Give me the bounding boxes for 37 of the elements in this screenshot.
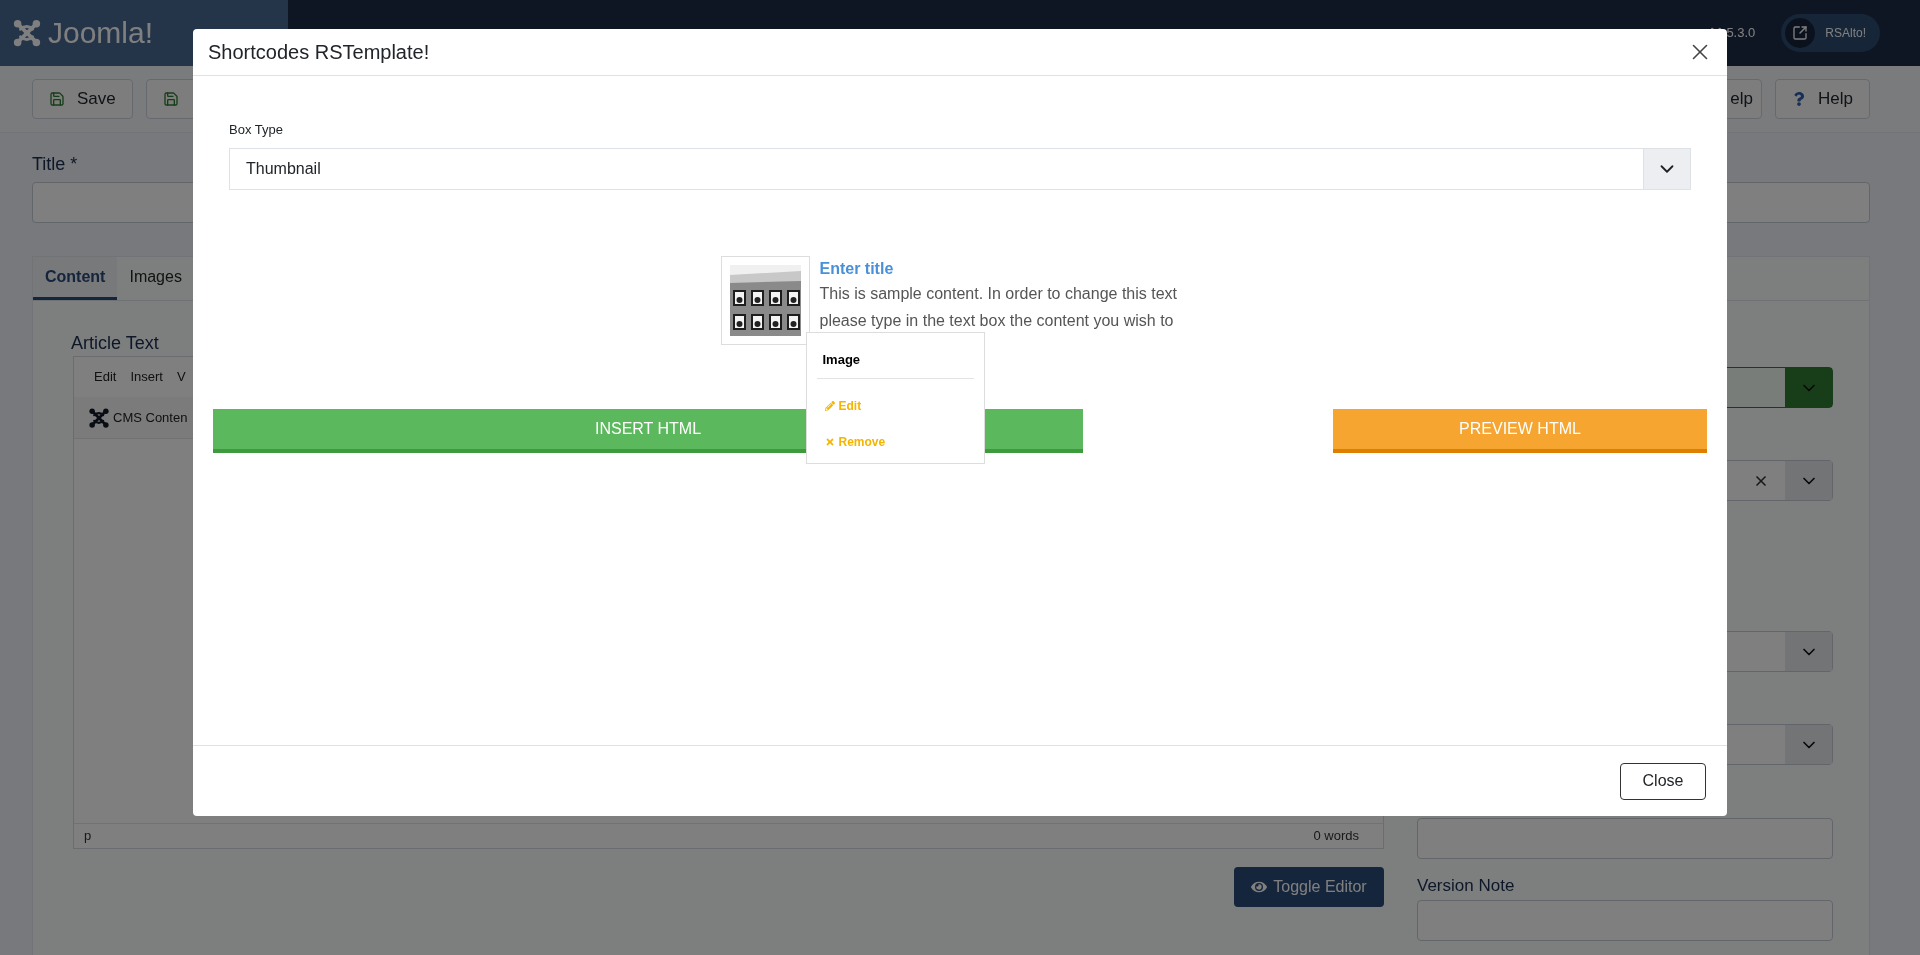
external-link-icon — [1792, 25, 1809, 41]
box-type-select[interactable]: Thumbnail — [229, 148, 1691, 190]
menu-item[interactable]: V — [176, 367, 186, 387]
content-title: Enter title — [819, 259, 894, 279]
toolbar-button[interactable]: Help — [1775, 79, 1870, 119]
joomla-icon — [88, 406, 110, 429]
eye-icon — [1251, 879, 1268, 895]
version-text: 5.3.0 — [1726, 24, 1756, 43]
field-label: Title * — [32, 155, 78, 173]
field-label: Version Note — [1417, 877, 1515, 894]
input-field[interactable] — [1417, 900, 1833, 941]
save-icon — [49, 91, 65, 107]
input-field[interactable] — [1417, 818, 1833, 859]
tab[interactable]: Content — [33, 257, 118, 300]
field-label: Article Text — [71, 334, 159, 352]
site-button[interactable]: RSAlto! — [1781, 14, 1880, 52]
modal-title: Shortcodes RSTemplate! — [208, 40, 430, 65]
pencil-icon — [824, 401, 835, 411]
close-button[interactable]: Close — [1620, 762, 1706, 800]
toolbar-button[interactable]: Save — [32, 79, 133, 119]
toggle-editor-button[interactable]: Toggle Editor — [1234, 867, 1384, 907]
element-path: p — [84, 827, 92, 846]
menu-item[interactable]: Edit — [94, 367, 117, 387]
close-icon — [824, 437, 835, 447]
toolbar-button[interactable]: CMS Conten — [88, 406, 188, 429]
tab[interactable]: Images — [117, 257, 194, 300]
toolbar-button[interactable] — [145, 79, 196, 119]
menu-item[interactable]: Insert — [130, 367, 163, 387]
popover-title: Image — [816, 333, 974, 379]
field-label: Box Type — [229, 123, 283, 136]
logo-text: Joomla! — [48, 18, 154, 48]
content-text: This is sample content. In order to change this text — [819, 284, 1177, 304]
joomla-logo-icon — [12, 18, 42, 48]
save-icon — [162, 91, 179, 107]
word-count: 0 words — [1313, 827, 1359, 846]
help-icon — [1792, 92, 1807, 106]
content-text: please type in the text box the content you wish to — [819, 311, 1174, 331]
